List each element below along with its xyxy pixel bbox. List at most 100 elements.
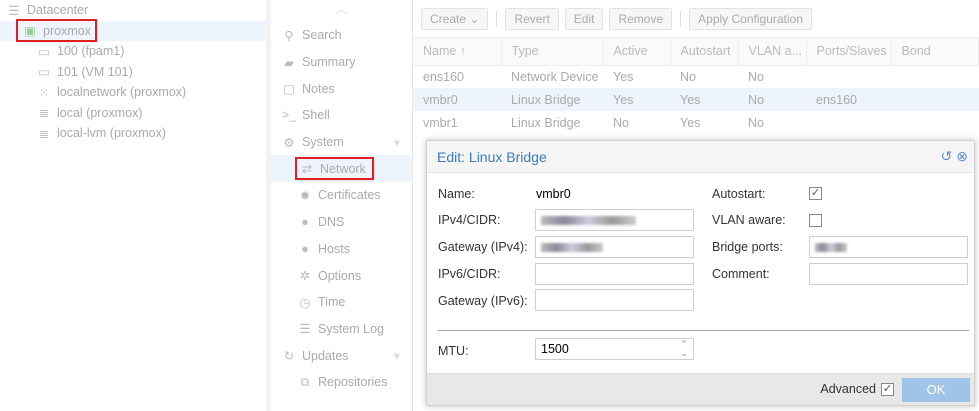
nav-search[interactable]: ⚲ Search bbox=[271, 22, 412, 49]
terminal-icon: >_ bbox=[281, 108, 297, 123]
nav-network[interactable]: ⇄ Network bbox=[271, 155, 412, 183]
autostart-checkbox[interactable]: ✓ bbox=[809, 187, 822, 200]
divider bbox=[437, 330, 969, 331]
cell: ens160 bbox=[423, 69, 465, 84]
nav-dns[interactable]: ● DNS bbox=[271, 209, 412, 236]
storage-icon: ≣ bbox=[38, 106, 50, 121]
gateway-ipv4-input[interactable] bbox=[535, 236, 694, 258]
toolbar-separator bbox=[680, 10, 682, 27]
redacted-value bbox=[541, 243, 603, 252]
edit-button[interactable]: Edit bbox=[564, 7, 604, 30]
reset-icon[interactable]: ↺ bbox=[941, 148, 953, 165]
nav-hosts[interactable]: ● Hosts bbox=[271, 236, 412, 263]
cell: No bbox=[613, 115, 629, 130]
tree-item-datacenter[interactable]: ☰ Datacenter bbox=[0, 0, 266, 21]
redacted-value bbox=[541, 216, 636, 225]
nav-shell[interactable]: >_ Shell bbox=[271, 102, 412, 129]
bridge-ports-input[interactable] bbox=[809, 236, 968, 258]
ipv6-cidr-input[interactable] bbox=[535, 263, 694, 285]
tree-item-vm-100[interactable]: ▭ 100 (fpam1) bbox=[0, 41, 266, 62]
nav-certificates[interactable]: ✹ Certificates bbox=[271, 182, 412, 209]
mtu-value: 1500 bbox=[541, 342, 569, 356]
cell: No bbox=[738, 88, 806, 111]
cell: No bbox=[680, 69, 696, 84]
nav-summary[interactable]: ▰ Summary bbox=[271, 49, 412, 76]
tree-item-localnetwork[interactable]: ⁙ localnetwork (proxmox) bbox=[0, 82, 266, 103]
nav-options[interactable]: ✲ Options bbox=[271, 262, 412, 289]
apply-configuration-button[interactable]: Apply Configuration bbox=[689, 7, 812, 30]
column-type[interactable]: Type bbox=[501, 38, 604, 66]
comment-input[interactable] bbox=[809, 263, 968, 285]
notes-icon: ▢ bbox=[283, 82, 295, 97]
tree-item-vm-101[interactable]: ▭ 101 (VM 101) bbox=[0, 62, 266, 83]
refresh-icon: ↻ bbox=[283, 349, 295, 364]
tree-item-local-lvm[interactable]: ≣ local-lvm (proxmox) bbox=[0, 123, 266, 144]
nav-system[interactable]: ⚙ System ▾ bbox=[271, 129, 412, 156]
cell bbox=[891, 65, 979, 88]
nav-updates[interactable]: ↻ Updates ▾ bbox=[271, 342, 412, 369]
create-button[interactable]: Create ⌄ bbox=[421, 7, 489, 30]
cell: Yes bbox=[603, 88, 670, 111]
table-row[interactable]: vmbr0 Linux Bridge Yes Yes No ens160 bbox=[413, 88, 979, 111]
nav-notes[interactable]: ▢ Notes bbox=[271, 75, 412, 102]
dialog-title: Edit: Linux Bridge bbox=[437, 148, 547, 165]
table-row[interactable]: ens160 Network Device Yes No No bbox=[413, 65, 979, 88]
highlight-box: ⇄ Network bbox=[295, 157, 374, 181]
column-bond[interactable]: Bond bbox=[891, 38, 979, 66]
cell bbox=[806, 65, 891, 88]
toolbar-separator bbox=[496, 10, 498, 27]
tree-item-proxmox[interactable]: ▣ proxmox bbox=[0, 19, 266, 43]
book-icon: ▰ bbox=[284, 55, 294, 70]
comment-label: Comment: bbox=[712, 267, 770, 281]
redacted-value bbox=[815, 243, 847, 252]
column-active[interactable]: Active bbox=[603, 38, 671, 66]
cell: No bbox=[748, 69, 764, 84]
cell: Network Device bbox=[511, 69, 599, 84]
gateway-ipv4-label: Gateway (IPv4): bbox=[438, 240, 528, 254]
column-name[interactable]: Name ↑ bbox=[413, 38, 502, 66]
column-ports-slaves[interactable]: Ports/Slaves bbox=[806, 38, 892, 66]
ok-button[interactable]: OK bbox=[902, 378, 970, 402]
cell: vmbr1 bbox=[423, 115, 458, 130]
cell: No bbox=[748, 115, 764, 130]
column-autostart[interactable]: Autostart bbox=[670, 38, 739, 66]
chevron-down-icon: ▾ bbox=[393, 135, 400, 150]
cell: Linux Bridge bbox=[511, 115, 581, 130]
cell: ens160 bbox=[806, 88, 891, 111]
close-icon[interactable]: ⊗ bbox=[956, 148, 968, 165]
mtu-label: MTU: bbox=[438, 344, 469, 358]
gear-icon: ✲ bbox=[299, 269, 311, 284]
network-grid: Name ↑ Type Active Autostart VLAN a... P… bbox=[413, 38, 979, 134]
revert-button[interactable]: Revert bbox=[505, 7, 559, 30]
nav-time[interactable]: ◷ Time bbox=[271, 289, 412, 316]
vm-icon: ▭ bbox=[38, 44, 50, 59]
globe-icon: ● bbox=[301, 215, 309, 230]
dialog-footer: Advanced ✓ OK bbox=[427, 373, 974, 405]
toolbar: Create ⌄ Revert Edit Remove Apply Config… bbox=[413, 0, 979, 38]
cell bbox=[891, 111, 979, 134]
gateway-ipv6-input[interactable] bbox=[535, 289, 694, 311]
spinner-arrows-icon[interactable]: ⌃ ⌄ bbox=[680, 340, 688, 358]
nav-system-log[interactable]: ☰ System Log bbox=[271, 316, 412, 343]
vm-icon: ▭ bbox=[38, 65, 50, 80]
name-value: vmbr0 bbox=[536, 187, 571, 201]
node-online-icon: ▣ bbox=[24, 24, 36, 39]
scroll-up-icon[interactable]: ︿ bbox=[271, 0, 412, 22]
nav-repositories[interactable]: ⧉ Repositories bbox=[271, 369, 412, 396]
cell: Yes bbox=[670, 88, 738, 111]
column-vlan-aware[interactable]: VLAN a... bbox=[738, 38, 807, 66]
mtu-spinner[interactable]: 1500 ⌃ ⌄ bbox=[535, 338, 694, 360]
sdn-grid-icon: ⁙ bbox=[38, 85, 50, 100]
table-row[interactable]: vmbr1 Linux Bridge No Yes No bbox=[413, 111, 979, 134]
remove-button[interactable]: Remove bbox=[609, 7, 673, 30]
tree-item-local[interactable]: ≣ local (proxmox) bbox=[0, 103, 266, 124]
vlan-aware-checkbox[interactable] bbox=[809, 214, 822, 227]
advanced-label: Advanced bbox=[820, 382, 876, 396]
files-icon: ⧉ bbox=[300, 374, 310, 389]
ipv4-cidr-input[interactable] bbox=[535, 209, 694, 231]
advanced-checkbox[interactable]: ✓ bbox=[881, 383, 894, 396]
cell: Linux Bridge bbox=[501, 88, 603, 111]
ipv6-label: IPv6/CIDR: bbox=[438, 267, 501, 281]
highlight-box: ▣ proxmox bbox=[16, 19, 97, 43]
storage-icon: ≣ bbox=[38, 126, 50, 141]
